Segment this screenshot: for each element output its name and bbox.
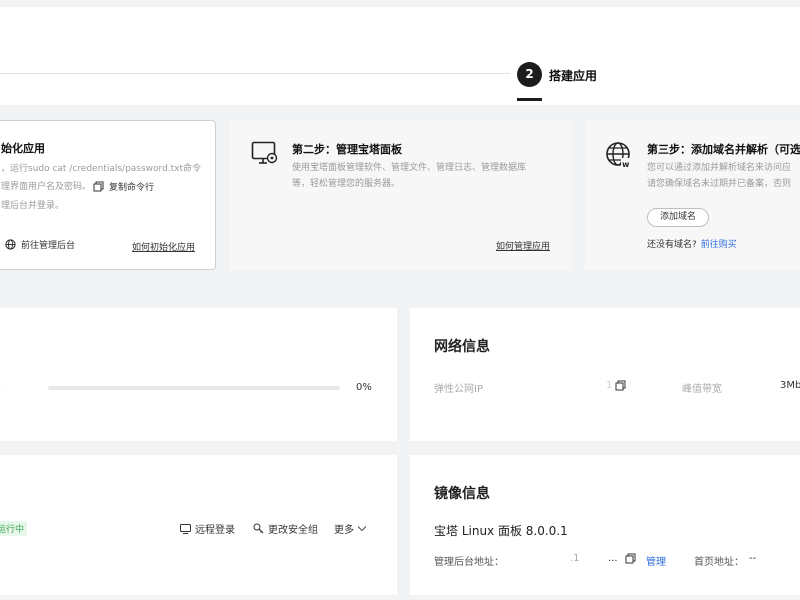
status-badge: 运行中 [0,521,28,536]
step3-card: w 第三步：添加域名并解析（可选 您可以通过添加并解析域名来访问应 请您确保域名… [585,120,800,270]
admin-address-value: .1 [570,553,580,564]
how-to-manage-link[interactable]: 如何管理应用 [496,239,550,252]
step-label[interactable]: 搭建应用 [549,67,597,84]
step1-desc-line3: 理后台并登录。 [1,201,65,211]
disk-usage-percent: 0% [356,382,372,393]
terminal-icon [180,523,191,534]
admin-address-label: 管理后台地址： [434,557,504,568]
more-dropdown[interactable]: 更多 [334,521,367,536]
instance-card: 运行中 远程登录 更改安全组 更多 [0,455,397,595]
copy-ip-icon[interactable] [615,380,626,391]
how-to-init-link[interactable]: 如何初始化应用 [132,240,195,253]
copy-command-label: 复制命令行 [109,183,155,193]
step2-desc-line1: 使用宝塔面板管理软件、管理文件、管理日志、管理数据库 [292,163,527,173]
public-ip-value: 1 [606,380,613,391]
step1-title: 始化应用 [1,142,45,155]
step3-desc-line2: 请您确保域名未过期并已备案，否则 [647,179,792,189]
network-info-card: 网络信息 弹性公网IP 1 峰值带宽 3Mb [410,308,800,441]
disk-usage-card: B 0% [0,308,397,441]
remote-login-button[interactable]: 远程登录 [180,521,235,536]
bandwidth-label: 峰值带宽 [682,384,722,395]
step-number-badge: 2 [517,62,542,87]
manage-link[interactable]: 管理 [646,553,666,568]
home-address-label: 首页地址： [694,557,744,568]
home-address-value: -- [749,553,757,564]
image-info-title: 镜像信息 [434,486,490,502]
security-group-icon [253,523,264,534]
step3-title: 第三步：添加域名并解析（可选 [647,143,800,156]
add-domain-button[interactable]: 添加域名 [647,208,710,227]
active-step-indicator [517,98,542,101]
step2-title: 第二步：管理宝塔面板 [292,143,402,156]
step1-desc-line1: ，运行sudo cat /credentials/password.txt命令 [1,164,202,174]
step1-card: 始化应用 ，运行sudo cat /credentials/password.t… [0,120,216,270]
stepper-panel [0,7,800,105]
www-globe-icon: w [606,142,632,169]
disk-label-fragment: B [0,381,1,392]
image-name: 宝塔 Linux 面板 8.0.0.1 [434,524,568,538]
remote-login-label: 远程登录 [195,525,235,536]
goto-admin-button[interactable]: 前往管理后台 [5,238,75,251]
bandwidth-value: 3Mb [780,380,800,391]
disk-usage-track [48,386,340,390]
svg-text:w: w [622,160,630,169]
network-info-title: 网络信息 [434,339,490,355]
no-domain-text: 还没有域名? [647,240,697,250]
more-label: 更多 [334,525,354,536]
step3-desc-line1: 您可以通过添加并解析域名来访问应 [647,163,792,173]
globe-icon [5,239,16,250]
image-info-card: 镜像信息 宝塔 Linux 面板 8.0.0.1 管理后台地址： .1 ... … [410,455,800,595]
chevron-down-icon [357,526,367,532]
public-ip-label: 弹性公网IP [434,384,483,395]
step2-card: 第二步：管理宝塔面板 使用宝塔面板管理软件、管理文件、管理日志、管理数据库 等，… [230,120,572,270]
step2-desc-line2: 等，轻松管理您的服务器。 [292,179,401,189]
goto-admin-label: 前往管理后台 [21,241,76,251]
buy-domain-row: 还没有域名? 前往购买 [647,237,737,250]
change-security-group-button[interactable]: 更改安全组 [253,521,318,536]
step1-desc-line2: 理界面用户名及密码。 [1,182,92,192]
copy-command-button[interactable]: 复制命令行 [93,180,154,193]
buy-domain-link[interactable]: 前往购买 [701,237,737,250]
monitor-settings-icon [251,141,278,164]
change-security-group-label: 更改安全组 [268,525,318,536]
stepper-progress-line [0,73,510,74]
copy-address-icon[interactable] [625,553,636,564]
admin-address-ellipsis: ... [608,553,618,564]
copy-icon [93,181,104,192]
